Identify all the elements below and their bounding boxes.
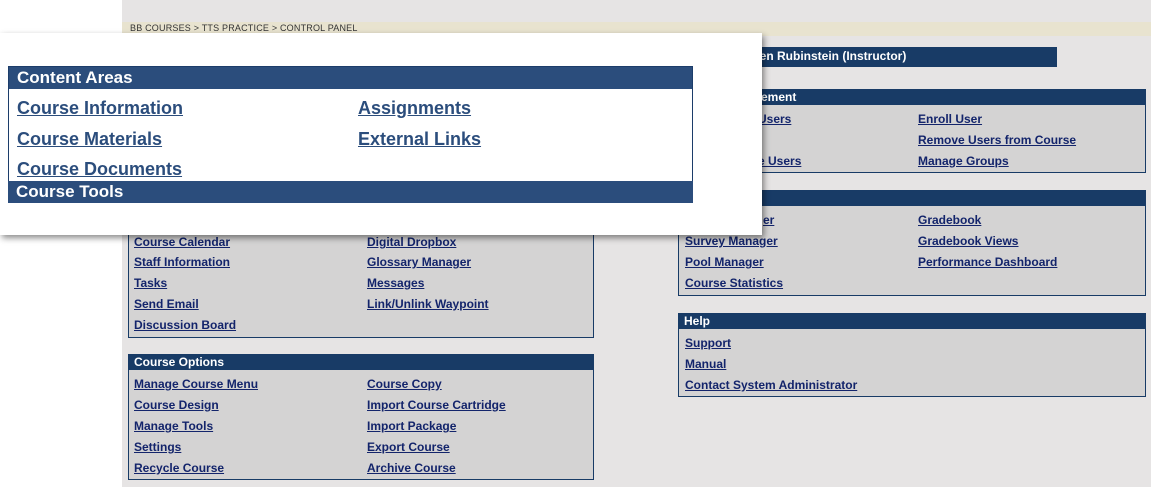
support-link[interactable]: Support: [685, 336, 731, 350]
content-areas-header: Content Areas: [9, 67, 692, 89]
help-header: Help: [679, 314, 1145, 329]
manage-tools-link[interactable]: Manage Tools: [134, 419, 213, 433]
tasks-link[interactable]: Tasks: [134, 276, 167, 290]
archive-course-link[interactable]: Archive Course: [367, 461, 456, 475]
pool-manager-link[interactable]: Pool Manager: [685, 255, 764, 269]
manage-groups-link[interactable]: Manage Groups: [918, 154, 1009, 168]
course-materials-link[interactable]: Course Materials: [17, 129, 162, 150]
manual-link[interactable]: Manual: [685, 357, 726, 371]
course-copy-link[interactable]: Course Copy: [367, 377, 442, 391]
gradebook-link[interactable]: Gradebook: [918, 213, 981, 227]
link-unlink-waypoint-link[interactable]: Link/Unlink Waypoint: [367, 297, 489, 311]
content-areas-panel: Content Areas Course Information Assignm…: [8, 66, 693, 191]
remove-users-link[interactable]: Remove Users from Course: [918, 133, 1076, 147]
export-course-link[interactable]: Export Course: [367, 440, 450, 454]
contact-admin-link[interactable]: Contact System Administrator: [685, 378, 857, 392]
discussion-board-link[interactable]: Discussion Board: [134, 318, 236, 332]
help-panel: Help Support Manual Contact System Admin…: [678, 313, 1146, 397]
performance-dashboard-link[interactable]: Performance Dashboard: [918, 255, 1057, 269]
recycle-course-link[interactable]: Recycle Course: [134, 461, 224, 475]
course-calendar-link[interactable]: Course Calendar: [134, 235, 230, 249]
course-documents-link[interactable]: Course Documents: [17, 159, 182, 180]
test-manager-link[interactable]: er: [763, 213, 774, 227]
course-options-header: Course Options: [129, 355, 593, 370]
course-information-link[interactable]: Course Information: [17, 98, 183, 119]
settings-link[interactable]: Settings: [134, 440, 181, 454]
glossary-manager-link[interactable]: Glossary Manager: [367, 255, 471, 269]
course-tools-header: Course Tools: [8, 181, 693, 203]
external-links-link[interactable]: External Links: [358, 129, 481, 150]
course-design-link[interactable]: Course Design: [134, 398, 219, 412]
assignments-link[interactable]: Assignments: [358, 98, 471, 119]
import-course-cartridge-link[interactable]: Import Course Cartridge: [367, 398, 506, 412]
digital-dropbox-link[interactable]: Digital Dropbox: [367, 235, 456, 249]
gradebook-views-link[interactable]: Gradebook Views: [918, 234, 1018, 248]
staff-information-link[interactable]: Staff Information: [134, 255, 230, 269]
manage-course-menu-link[interactable]: Manage Course Menu: [134, 377, 258, 391]
enroll-user-link[interactable]: Enroll User: [918, 112, 982, 126]
import-package-link[interactable]: Import Package: [367, 419, 456, 433]
send-email-link[interactable]: Send Email: [134, 297, 199, 311]
course-statistics-link[interactable]: Course Statistics: [685, 276, 783, 290]
manage-users-link[interactable]: e Users: [758, 154, 801, 168]
messages-link[interactable]: Messages: [367, 276, 424, 290]
user-header: ren Rubinstein (Instructor): [750, 47, 1057, 67]
list-users-link[interactable]: Users: [758, 112, 791, 126]
course-options-panel: Course Options Manage Course Menu Course…: [128, 354, 594, 480]
survey-manager-link[interactable]: Survey Manager: [685, 234, 778, 248]
zoomed-callout: Content Areas Course Information Assignm…: [0, 33, 762, 235]
breadcrumb[interactable]: BB COURSES > TTS PRACTICE > CONTROL PANE…: [130, 23, 358, 33]
